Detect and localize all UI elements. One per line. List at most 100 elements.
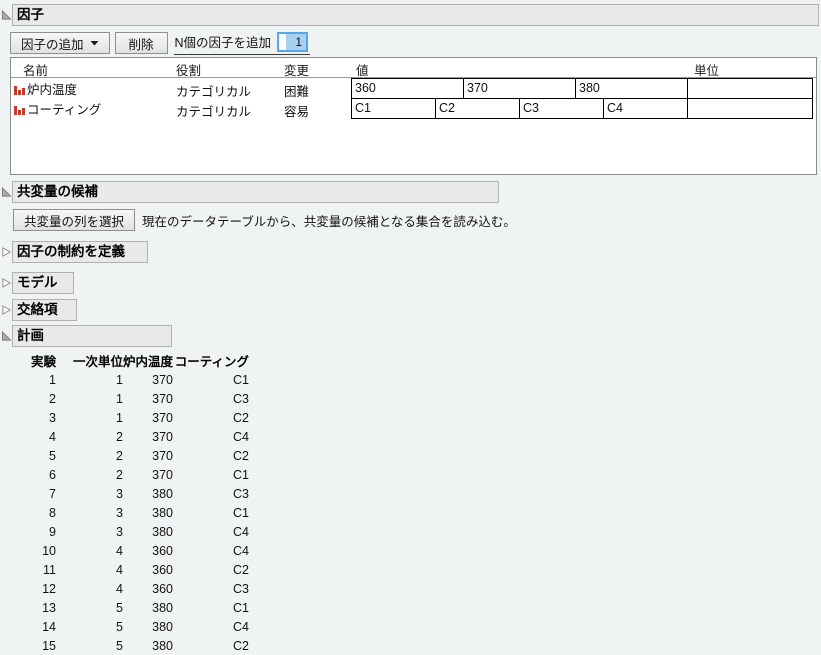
design-cell: C2 xyxy=(233,448,250,463)
design-cell: 6 xyxy=(49,467,56,482)
column-header-role: 役割 xyxy=(176,64,202,78)
design-cell: 2 xyxy=(116,467,123,482)
covariates-row: 共変量の列を選択 現在のデータテーブルから、共変量の候補となる集合を読み込む。 xyxy=(13,209,821,231)
covariates-section-title[interactable]: 共変量の候補 xyxy=(12,181,499,203)
disclosure-open-icon[interactable] xyxy=(1,9,12,21)
n-factors-group: N個の因子を追加 1 xyxy=(173,31,311,55)
covariates-description: 現在のデータテーブルから、共変量の候補となる集合を読み込む。 xyxy=(142,214,516,229)
design-cell: 380 xyxy=(152,638,174,653)
disclosure-closed-icon[interactable] xyxy=(1,277,12,289)
model-section-header-row: モデル xyxy=(0,272,821,294)
design-cell: 370 xyxy=(152,410,174,425)
design-cell: 1 xyxy=(116,410,123,425)
factors-section-header-row: 因子 xyxy=(0,0,821,26)
chevron-down-icon xyxy=(90,41,99,46)
design-cell: 1 xyxy=(116,391,123,406)
design-cell: 11 xyxy=(43,562,56,577)
factor-value-cell[interactable]: C2 xyxy=(435,98,520,119)
n-factors-input[interactable]: 1 xyxy=(277,31,309,52)
design-table-row: 15 5 380 C2 xyxy=(10,636,249,655)
design-table-row: 12 4 360 C3 xyxy=(10,579,249,598)
design-table-row: 5 2 370 C2 xyxy=(10,446,249,465)
design-cell: 4 xyxy=(49,429,56,444)
design-table-row: 10 4 360 C4 xyxy=(10,541,249,560)
nominal-variable-icon xyxy=(14,85,25,95)
factor-change-cell[interactable]: 容易 xyxy=(284,101,309,120)
factor-value-cell[interactable]: C3 xyxy=(519,98,604,119)
design-cell: 2 xyxy=(116,448,123,463)
design-cell: 4 xyxy=(116,562,123,577)
design-cell: 370 xyxy=(152,372,174,387)
factor-value-cell[interactable]: 380 xyxy=(575,78,688,99)
design-cell: C1 xyxy=(233,600,250,615)
design-cell: 5 xyxy=(116,600,123,615)
design-cell: C3 xyxy=(233,486,250,501)
design-cell: 370 xyxy=(152,429,174,444)
design-table-row: 14 5 380 C4 xyxy=(10,617,249,636)
design-cell: 8 xyxy=(49,505,56,520)
add-factor-label: 因子の追加 xyxy=(21,37,84,52)
disclosure-closed-icon[interactable] xyxy=(1,246,12,258)
disclosure-open-icon[interactable] xyxy=(1,186,12,198)
design-cell: 360 xyxy=(152,581,174,596)
design-cell: C2 xyxy=(233,562,250,577)
factor-role-cell[interactable]: カテゴリカル xyxy=(176,101,251,120)
design-cell: 3 xyxy=(49,410,56,425)
design-table-row: 9 3 380 C4 xyxy=(10,522,249,541)
factors-toolbar: 因子の追加 削除 N個の因子を追加 1 xyxy=(10,31,821,55)
design-cell: 1 xyxy=(116,372,123,387)
factor-name-cell[interactable]: 炉内温度 xyxy=(14,78,77,99)
factor-values: C1 C2 C3 C4 xyxy=(351,98,688,119)
factor-name-cell[interactable]: コーティング xyxy=(14,98,101,119)
alias-terms-section-title[interactable]: 交絡項 xyxy=(12,299,77,321)
design-cell: 14 xyxy=(42,619,56,634)
design-section-title[interactable]: 計画 xyxy=(12,325,172,347)
design-table-row: 6 2 370 C1 xyxy=(10,465,249,484)
design-header-whole-plot: 一次単位 xyxy=(72,355,123,369)
delete-label: 削除 xyxy=(128,37,154,52)
column-header-change: 変更 xyxy=(284,64,310,78)
factors-table-body: 炉内温度 カテゴリカル 困難 360 370 380 コーティング カテゴリカル 容易 C1 C2 C… xyxy=(11,78,816,119)
design-table-row: 8 3 380 C1 xyxy=(10,503,249,522)
design-table-header: 実験 一次単位 炉内温度 コーティング xyxy=(10,351,249,370)
factor-name-label: 炉内温度 xyxy=(27,83,78,97)
factor-value-cell[interactable]: 370 xyxy=(463,78,576,99)
design-section-header-row: 計画 xyxy=(0,325,821,347)
design-table-row: 7 3 380 C3 xyxy=(10,484,249,503)
factors-section-title[interactable]: 因子 xyxy=(12,4,819,26)
select-covariate-columns-button[interactable]: 共変量の列を選択 xyxy=(13,209,136,231)
disclosure-closed-icon[interactable] xyxy=(1,304,12,316)
constraints-section-title[interactable]: 因子の制約を定義 xyxy=(12,241,148,263)
design-table-row: 1 1 370 C1 xyxy=(10,370,249,389)
design-cell: 7 xyxy=(49,486,56,501)
factor-values: 360 370 380 xyxy=(351,78,688,99)
design-cell: 380 xyxy=(152,524,174,539)
design-cell: 3 xyxy=(116,486,123,501)
factor-value-cell[interactable]: C1 xyxy=(351,98,436,119)
add-factor-button[interactable]: 因子の追加 xyxy=(10,32,110,54)
model-section-title[interactable]: モデル xyxy=(12,272,74,294)
design-cell: 3 xyxy=(116,505,123,520)
design-header-coating: コーティング xyxy=(174,355,250,369)
design-cell: 9 xyxy=(49,524,56,539)
design-cell: 370 xyxy=(152,448,174,463)
design-cell: C2 xyxy=(233,410,250,425)
design-table-row: 13 5 380 C1 xyxy=(10,598,249,617)
design-cell: C1 xyxy=(233,505,250,520)
design-cell: C2 xyxy=(233,638,250,653)
factor-unit-cell[interactable] xyxy=(687,78,813,99)
delete-factor-button[interactable]: 削除 xyxy=(114,32,168,54)
design-cell: 2 xyxy=(49,391,56,406)
design-cell: 380 xyxy=(152,505,174,520)
design-cell: 5 xyxy=(116,638,123,653)
design-table-row: 4 2 370 C4 xyxy=(10,427,249,446)
design-cell: 380 xyxy=(152,486,174,501)
select-covariate-columns-label: 共変量の列を選択 xyxy=(24,214,125,229)
factor-value-cell[interactable]: C4 xyxy=(603,98,688,119)
factor-unit-cell[interactable] xyxy=(687,98,813,119)
design-cell: 10 xyxy=(42,543,56,558)
factor-row: コーティング カテゴリカル 容易 C1 C2 C3 C4 xyxy=(11,98,816,119)
factor-value-cell[interactable]: 360 xyxy=(351,78,464,99)
disclosure-open-icon[interactable] xyxy=(1,330,12,342)
design-cell: 380 xyxy=(152,619,174,634)
